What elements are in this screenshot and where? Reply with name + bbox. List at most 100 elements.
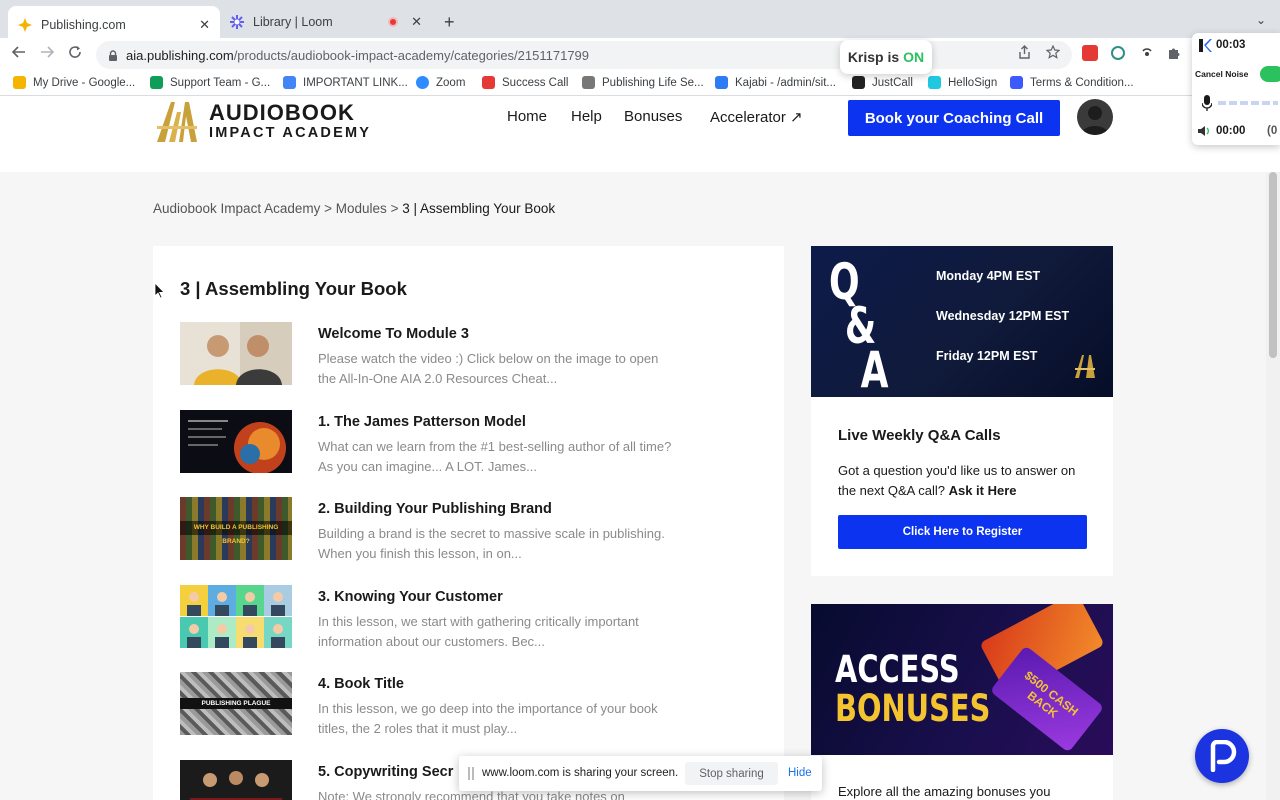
book-coaching-call-button[interactable]: Book your Coaching Call — [848, 100, 1060, 136]
logo-line-2: IMPACT ACADEMY — [209, 124, 372, 141]
bonus-banner[interactable]: ACCESS BONUSES $500 CASH BACK — [811, 604, 1113, 755]
nav-home[interactable]: Home — [507, 108, 547, 125]
extensions-puzzle-icon[interactable] — [1166, 45, 1182, 61]
extension-red-icon[interactable] — [1082, 45, 1098, 61]
bookmark-item[interactable]: Success Call — [482, 76, 568, 89]
krisp-status-pill[interactable]: Krisp is ON — [840, 40, 932, 74]
forward-icon[interactable] — [40, 45, 55, 64]
nav-help[interactable]: Help — [571, 108, 602, 125]
cancel-noise-toggle[interactable] — [1260, 66, 1280, 82]
bonus-card: ACCESS BONUSES $500 CASH BACK Explore al… — [811, 604, 1113, 800]
hide-button[interactable]: Hide — [788, 767, 812, 779]
thumbnail-caption: WHY BUILD A PUBLISHING BRAND? — [180, 521, 292, 545]
nav-bonuses[interactable]: Bonuses — [624, 108, 682, 125]
nav-accelerator[interactable]: Accelerator ↗ — [710, 108, 803, 126]
krisp-status-value: ON — [903, 49, 925, 65]
lesson-thumbnail[interactable]: WHY BUILD A PUBLISHING BRAND? — [180, 497, 292, 560]
logo-mark-icon — [157, 102, 197, 142]
main-content: Audiobook Impact Academy > Modules > 3 |… — [0, 172, 1266, 800]
lesson-item[interactable]: 3. Knowing Your Customer In this lesson,… — [180, 585, 740, 649]
bonus-word-1: ACCESS — [835, 648, 960, 691]
breadcrumb: Audiobook Impact Academy > Modules > 3 |… — [153, 201, 555, 216]
lesson-item[interactable]: 1. The James Patterson Model What can we… — [180, 410, 740, 474]
extension-cast-icon[interactable] — [1139, 45, 1155, 61]
calendar-icon — [482, 76, 495, 89]
bookmark-label: Support Team - G... — [170, 76, 271, 89]
breadcrumb-link-modules[interactable]: Modules — [336, 201, 387, 216]
bookmark-item[interactable]: Kajabi - /admin/sit... — [715, 76, 836, 89]
chat-widget-button[interactable] — [1195, 729, 1249, 783]
bookmark-item[interactable]: My Drive - Google... — [13, 76, 135, 89]
lesson-item[interactable]: PUBLISHING PLAGUE 4. Book Title In this … — [180, 672, 740, 736]
lesson-thumbnail[interactable] — [180, 410, 292, 473]
bookmark-label: IMPORTANT LINK... — [303, 76, 408, 89]
qa-description: Got a question you'd like us to answer o… — [838, 461, 1088, 501]
share-message: www.loom.com is sharing your screen. — [482, 767, 679, 779]
lesson-thumbnail[interactable] — [180, 760, 292, 800]
lesson-item[interactable]: Welcome To Module 3 Please watch the vid… — [180, 322, 740, 386]
share-icon[interactable] — [1018, 45, 1031, 62]
bookmark-label: Success Call — [502, 76, 569, 89]
publishing-favicon-icon — [18, 18, 32, 32]
justcall-icon — [852, 76, 865, 89]
bookmark-item[interactable]: Terms & Condition... — [1010, 76, 1134, 89]
tab-close-icon[interactable]: ✕ — [411, 14, 422, 30]
mouse-cursor-icon — [155, 283, 165, 299]
bookmark-item[interactable]: JustCall — [852, 76, 913, 89]
screen-share-bar: www.loom.com is sharing your screen. Sto… — [459, 756, 822, 791]
bookmark-item[interactable]: IMPORTANT LINK... — [283, 76, 408, 89]
lesson-title[interactable]: 5. Copywriting Secr — [318, 764, 453, 780]
bookmark-label: Terms & Condition... — [1030, 76, 1134, 89]
microphone-icon[interactable] — [1201, 95, 1213, 111]
qa-banner[interactable]: Q & A Monday 4PM EST Wednesday 12PM EST … — [811, 246, 1113, 397]
lesson-thumbnail[interactable] — [180, 322, 292, 385]
qa-time-wednesday: Wednesday 12PM EST — [936, 309, 1070, 323]
tab-close-icon[interactable]: ✕ — [199, 17, 210, 33]
lesson-title[interactable]: 3. Knowing Your Customer — [318, 589, 503, 605]
bookmark-star-icon[interactable] — [1045, 44, 1061, 62]
bookmark-label: Publishing Life Se... — [602, 76, 704, 89]
lesson-title[interactable]: 1. The James Patterson Model — [318, 414, 526, 430]
zoom-icon — [416, 76, 429, 89]
bookmark-label: Zoom — [436, 76, 466, 89]
site-logo[interactable]: AUDIOBOOK IMPACT ACADEMY — [153, 98, 371, 144]
back-icon[interactable] — [11, 45, 26, 64]
breadcrumb-current: 3 | Assembling Your Book — [402, 201, 556, 216]
lesson-title[interactable]: 2. Building Your Publishing Brand — [318, 501, 552, 517]
avatar[interactable] — [1077, 99, 1113, 135]
drag-handle-icon[interactable] — [468, 767, 474, 780]
extension-grammarly-icon[interactable] — [1110, 45, 1126, 61]
qa-time-friday: Friday 12PM EST — [936, 349, 1038, 363]
reload-icon[interactable] — [68, 45, 82, 64]
new-tab-icon[interactable]: + — [444, 12, 455, 33]
lesson-title[interactable]: 4. Book Title — [318, 676, 404, 692]
stop-sharing-button[interactable]: Stop sharing — [685, 762, 778, 785]
qa-letter: A — [860, 341, 889, 397]
scrollbar-thumb[interactable] — [1269, 172, 1277, 358]
lesson-description: What can we learn from the #1 best-selli… — [318, 439, 672, 474]
bookmark-item[interactable]: HelloSign — [928, 76, 997, 89]
module-title: 3 | Assembling Your Book — [180, 278, 407, 299]
breadcrumb-separator: > — [390, 201, 399, 216]
lesson-item[interactable]: WHY BUILD A PUBLISHING BRAND? 2. Buildin… — [180, 497, 740, 561]
chat-logo-icon — [1210, 740, 1237, 772]
breadcrumb-link-academy[interactable]: Audiobook Impact Academy — [153, 201, 320, 216]
tab-loom[interactable]: Library | Loom ✕ — [220, 6, 432, 38]
page-scrollbar[interactable] — [1266, 172, 1280, 800]
bookmark-item[interactable]: Support Team - G... — [150, 76, 270, 89]
module-card: 3 | Assembling Your Book Welcome To Modu… — [153, 246, 784, 800]
bonus-banner-text: ACCESS BONUSES — [835, 650, 990, 728]
krisp-panel: 00:03 Cancel Noise 00:00 (0 — [1192, 33, 1280, 145]
register-button[interactable]: Click Here to Register — [838, 515, 1087, 549]
lesson-title[interactable]: Welcome To Module 3 — [318, 326, 469, 342]
speaker-icon[interactable] — [1198, 125, 1210, 137]
bookmark-item[interactable]: Zoom — [416, 76, 465, 89]
ask-it-here-link[interactable]: Ask it Here — [949, 483, 1017, 498]
breadcrumb-separator: > — [324, 201, 333, 216]
lesson-thumbnail[interactable] — [180, 585, 292, 648]
bookmark-item[interactable]: Publishing Life Se... — [582, 76, 704, 89]
lesson-thumbnail[interactable]: PUBLISHING PLAGUE — [180, 672, 292, 735]
tab-search-icon[interactable]: ⌄ — [1256, 13, 1266, 27]
lesson-description: In this lesson, we start with gathering … — [318, 614, 639, 649]
qa-title: Live Weekly Q&A Calls — [838, 427, 1001, 444]
